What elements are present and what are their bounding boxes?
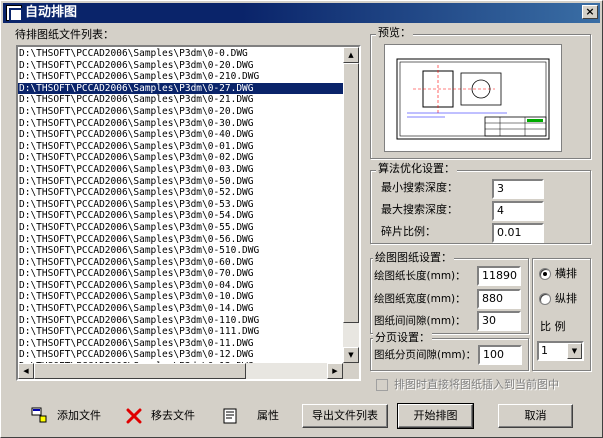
title-bar[interactable]: 自动排图 ×	[3, 3, 600, 23]
horizontal-label[interactable]: 横排	[555, 267, 577, 281]
algorithm-title: 算法优化设置：	[376, 162, 457, 176]
list-item[interactable]: D:\THSOFT\PCCAD2006\Samples\P3dm\0-111.D…	[18, 326, 345, 338]
start-layout-button[interactable]: 开始排图	[397, 403, 474, 429]
min-depth-label: 最小搜索深度：	[381, 181, 458, 194]
file-listbox[interactable]: D:\THSOFT\PCCAD2006\Samples\P3dm\0-0.DWG…	[16, 45, 361, 381]
list-item[interactable]: D:\THSOFT\PCCAD2006\Samples\P3dm\0-110.D…	[18, 315, 345, 327]
paper-gap-input[interactable]: 30	[477, 311, 521, 331]
scale-select[interactable]: 1 ▼	[537, 341, 584, 361]
list-item[interactable]: D:\THSOFT\PCCAD2006\Samples\P3dm\0-60.DW…	[18, 257, 345, 269]
add-file-button[interactable]: 添加文件	[31, 404, 111, 428]
scroll-down-button[interactable]: ▼	[343, 347, 359, 363]
list-item[interactable]: D:\THSOFT\PCCAD2006\Samples\P3dm\0-55.DW…	[18, 222, 345, 234]
list-item[interactable]: D:\THSOFT\PCCAD2006\Samples\P3dm\0-30.DW…	[18, 118, 345, 130]
page-gap-input[interactable]: 100	[478, 345, 522, 365]
list-item[interactable]: D:\THSOFT\PCCAD2006\Samples\P3dm\0-12.DW…	[18, 349, 345, 361]
vertical-label[interactable]: 纵排	[555, 292, 577, 306]
list-item[interactable]: D:\THSOFT\PCCAD2006\Samples\P3dm\0-14.DW…	[18, 303, 345, 315]
scroll-up-button[interactable]: ▲	[343, 47, 359, 63]
close-button[interactable]: ×	[582, 5, 598, 19]
horizontal-scroll-thumb[interactable]	[34, 363, 246, 379]
file-list-label: 待排图纸文件列表：	[15, 28, 114, 41]
list-item[interactable]: D:\THSOFT\PCCAD2006\Samples\P3dm\0-04.DW…	[18, 280, 345, 292]
horizontal-scrollbar[interactable]: ◀ ▶	[18, 363, 343, 379]
list-item[interactable]: D:\THSOFT\PCCAD2006\Samples\P3dm\0-10.DW…	[18, 291, 345, 303]
chevron-down-icon[interactable]: ▼	[567, 343, 582, 359]
properties-button[interactable]: 属性	[221, 404, 291, 428]
scroll-corner	[343, 363, 359, 379]
list-item[interactable]: D:\THSOFT\PCCAD2006\Samples\P3dm\0-50.DW…	[18, 176, 345, 188]
paper-length-label: 绘图纸长度(mm)：	[374, 270, 466, 282]
add-file-icon	[31, 407, 47, 423]
min-depth-input[interactable]: 3	[492, 179, 544, 199]
preview-canvas	[384, 44, 562, 152]
window-title: 自动排图	[25, 5, 78, 20]
scroll-right-button[interactable]: ▶	[327, 363, 343, 379]
paper-width-label: 绘图纸宽度(mm)：	[374, 293, 466, 305]
add-file-label: 添加文件	[57, 409, 101, 422]
scale-value: 1	[541, 344, 548, 357]
fragment-ratio-input[interactable]: 0.01	[492, 223, 544, 243]
vertical-scrollbar[interactable]: ▲ ▼	[343, 47, 359, 363]
remove-file-button[interactable]: 移去文件	[125, 404, 205, 428]
paper-title: 绘图图纸设置：	[373, 251, 454, 265]
list-item[interactable]: D:\THSOFT\PCCAD2006\Samples\P3dm\0-510.D…	[18, 245, 345, 257]
insert-into-current-checkbox[interactable]	[376, 379, 388, 391]
properties-icon	[223, 408, 237, 424]
auto-layout-dialog: 自动排图 × 待排图纸文件列表： D:\THSOFT\PCCAD2006\Sam…	[0, 0, 603, 438]
list-item[interactable]: D:\THSOFT\PCCAD2006\Samples\P3dm\0-20.DW…	[18, 106, 345, 118]
drawing-thumbnail	[396, 58, 550, 140]
scale-label: 比 例	[540, 320, 566, 333]
list-item[interactable]: D:\THSOFT\PCCAD2006\Samples\P3dm\0-11.DW…	[18, 338, 345, 350]
app-icon	[6, 5, 23, 22]
list-item[interactable]: D:\THSOFT\PCCAD2006\Samples\P3dm\0-40.DW…	[18, 129, 345, 141]
remove-file-icon	[126, 408, 142, 424]
scroll-left-button[interactable]: ◀	[18, 363, 34, 379]
paper-width-input[interactable]: 880	[477, 289, 521, 309]
list-item[interactable]: D:\THSOFT\PCCAD2006\Samples\P3dm\0-56.DW…	[18, 234, 345, 246]
list-item[interactable]: D:\THSOFT\PCCAD2006\Samples\P3dm\0-53.DW…	[18, 199, 345, 211]
list-item[interactable]: D:\THSOFT\PCCAD2006\Samples\P3dm\0-20.DW…	[18, 60, 345, 72]
vertical-radio[interactable]	[539, 293, 551, 305]
preview-label: 预览：	[376, 26, 413, 40]
list-item[interactable]: D:\THSOFT\PCCAD2006\Samples\P3dm\0-70.DW…	[18, 268, 345, 280]
list-item[interactable]: D:\THSOFT\PCCAD2006\Samples\P3dm\0-52.DW…	[18, 187, 345, 199]
paper-gap-label: 图纸间间隙(mm)：	[374, 315, 466, 327]
list-item[interactable]: D:\THSOFT\PCCAD2006\Samples\P3dm\0-01.DW…	[18, 141, 345, 153]
properties-label: 属性	[257, 409, 279, 422]
list-item[interactable]: D:\THSOFT\PCCAD2006\Samples\P3dm\0-21.DW…	[18, 94, 345, 106]
list-item[interactable]: D:\THSOFT\PCCAD2006\Samples\P3dm\0-27.DW…	[18, 82, 345, 95]
page-gap-label: 图纸分页间隙(mm)：	[374, 349, 477, 361]
remove-file-label: 移去文件	[151, 409, 195, 422]
insert-into-current-label: 排图时直接将图纸插入到当前图中	[394, 378, 559, 391]
vertical-scroll-thumb[interactable]	[343, 63, 359, 323]
list-item[interactable]: D:\THSOFT\PCCAD2006\Samples\P3dm\0-0.DWG	[18, 48, 345, 60]
max-depth-label: 最大搜索深度：	[381, 203, 458, 216]
file-list-items: D:\THSOFT\PCCAD2006\Samples\P3dm\0-0.DWG…	[18, 48, 345, 373]
horizontal-radio[interactable]	[539, 268, 551, 280]
list-item[interactable]: D:\THSOFT\PCCAD2006\Samples\P3dm\0-03.DW…	[18, 164, 345, 176]
cancel-button[interactable]: 取消	[498, 404, 573, 428]
list-item[interactable]: D:\THSOFT\PCCAD2006\Samples\P3dm\0-02.DW…	[18, 152, 345, 164]
max-depth-input[interactable]: 4	[492, 201, 544, 221]
fragment-ratio-label: 碎片比例：	[381, 225, 436, 238]
list-item[interactable]: D:\THSOFT\PCCAD2006\Samples\P3dm\0-210.D…	[18, 71, 345, 83]
export-list-button[interactable]: 导出文件列表	[302, 404, 388, 428]
list-item[interactable]: D:\THSOFT\PCCAD2006\Samples\P3dm\0-54.DW…	[18, 210, 345, 222]
paper-length-input[interactable]: 11890	[477, 266, 521, 286]
pagination-title: 分页设置：	[373, 331, 432, 345]
